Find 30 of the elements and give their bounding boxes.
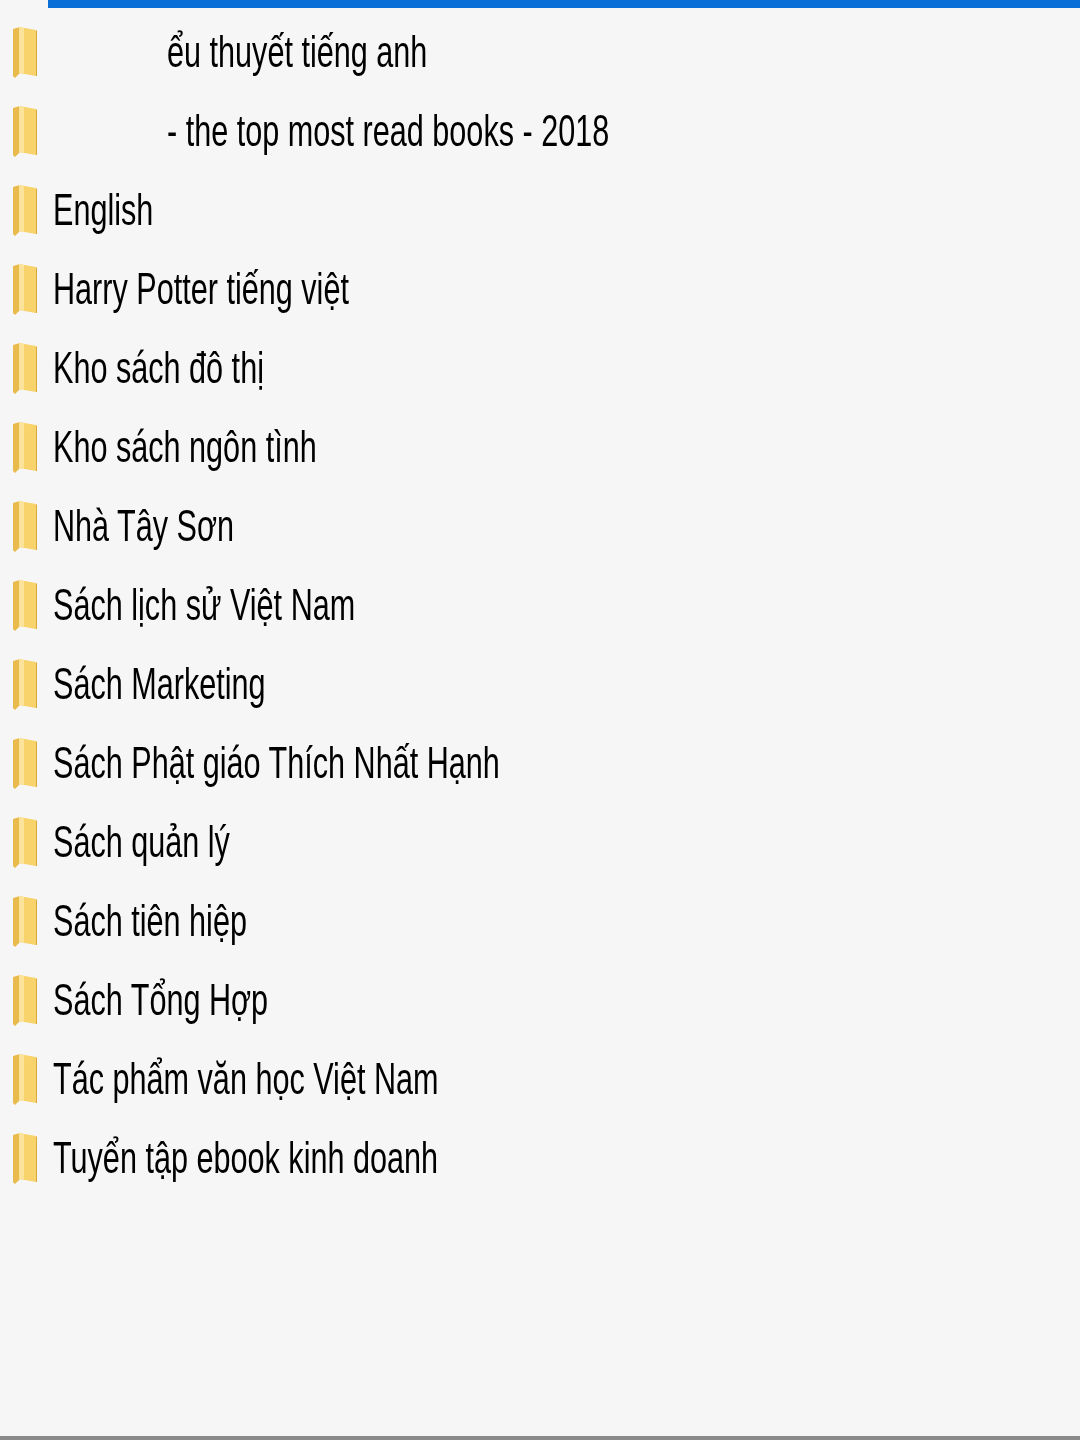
folder-icon bbox=[12, 183, 37, 236]
folder-item[interactable]: English bbox=[0, 170, 159, 249]
folder-icon bbox=[12, 736, 37, 789]
folder-item[interactable]: Sách tiên hiệp bbox=[0, 881, 254, 960]
folder-item[interactable]: Sách Marketing bbox=[0, 644, 272, 723]
folder-icon bbox=[12, 1052, 37, 1105]
folder-item[interactable]: Tác phẩm văn học Việt Nam bbox=[0, 1039, 445, 1118]
folder-icon bbox=[12, 341, 37, 394]
folder-icon bbox=[12, 657, 37, 710]
folder-item[interactable]: Sách quản lý bbox=[0, 802, 237, 881]
folder-item[interactable]: ểu thuyết tiếng anh bbox=[0, 12, 434, 91]
folder-item[interactable]: Harry Potter tiếng việt bbox=[0, 249, 356, 328]
folder-item[interactable]: Sách Phật giáo Thích Nhất Hạnh bbox=[0, 723, 506, 802]
folder-icon bbox=[12, 499, 37, 552]
folder-item[interactable]: Tuyển tập ebook kinh doanh bbox=[0, 1118, 445, 1197]
folder-item[interactable]: Nhà Tây Sơn bbox=[0, 486, 241, 565]
folder-item[interactable]: - the top most read books - 2018 bbox=[0, 91, 616, 170]
folder-icon bbox=[12, 1131, 37, 1184]
folder-icon bbox=[12, 420, 37, 473]
folder-item[interactable]: Sách lịch sử Việt Nam bbox=[0, 565, 362, 644]
folder-icon bbox=[12, 973, 37, 1026]
folder-icon bbox=[12, 262, 37, 315]
folder-item[interactable]: Sách Tổng Hợp bbox=[0, 960, 275, 1039]
folder-icon bbox=[12, 815, 37, 868]
folder-item[interactable]: Kho sách ngôn tình bbox=[0, 407, 323, 486]
folder-icon bbox=[12, 104, 37, 157]
folder-icon bbox=[12, 578, 37, 631]
folder-item[interactable]: Kho sách đô thị bbox=[0, 328, 271, 407]
folder-icon bbox=[12, 894, 37, 947]
folder-icon bbox=[12, 25, 37, 78]
